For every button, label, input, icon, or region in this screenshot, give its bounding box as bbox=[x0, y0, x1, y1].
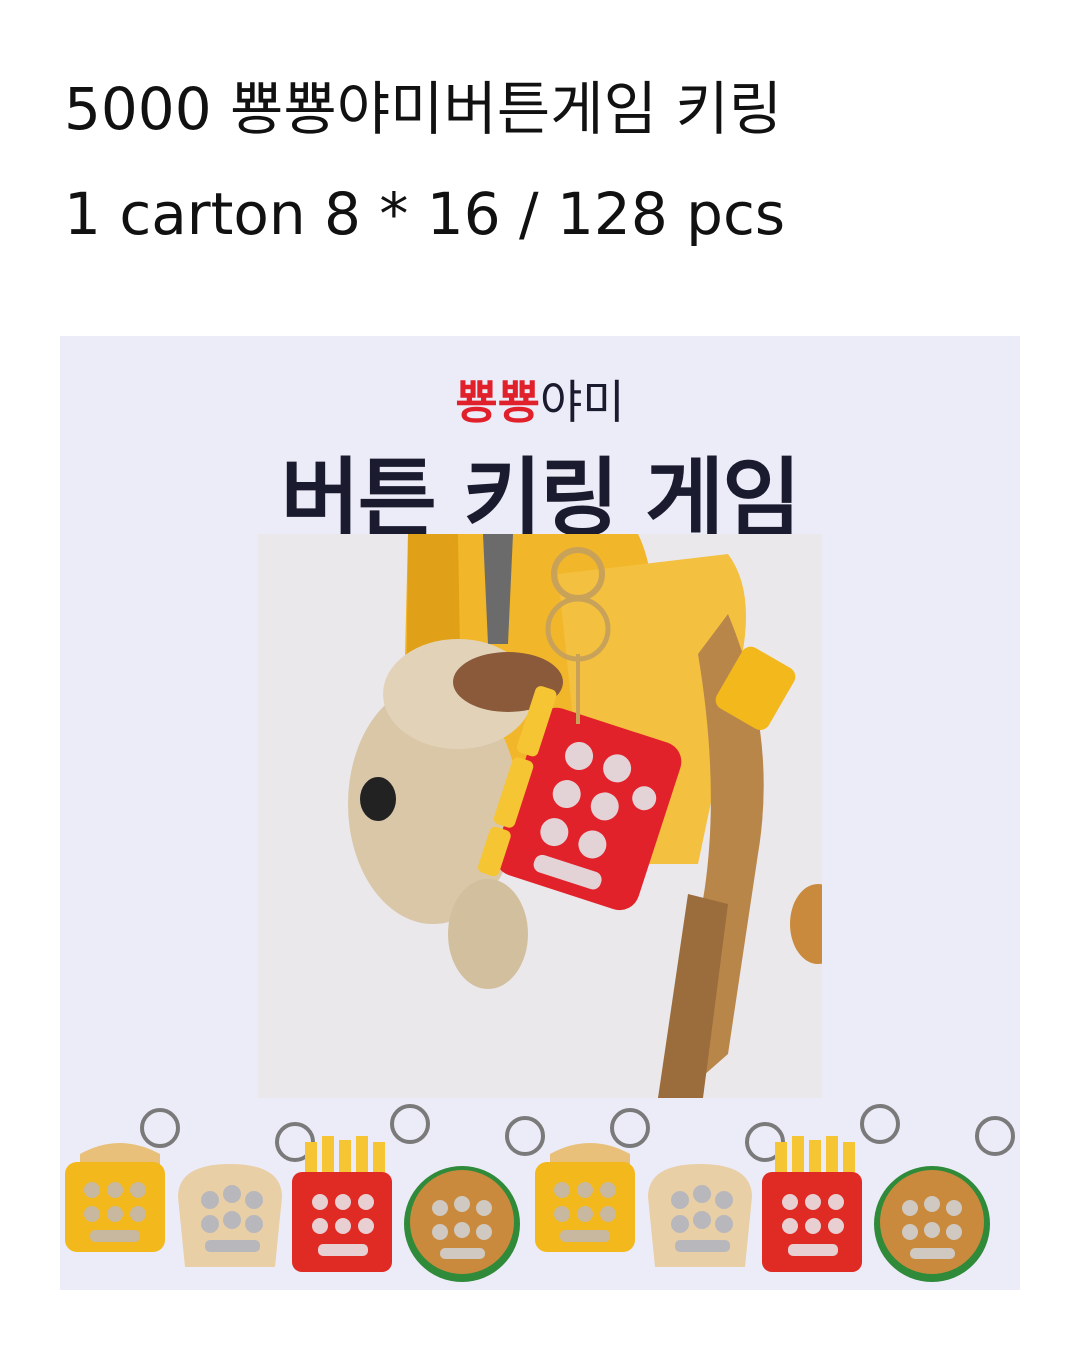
product-banner: 뿅뿅야미 버튼 키링 게임 bbox=[60, 336, 1020, 1290]
product-photo bbox=[258, 534, 822, 1098]
fries-keyring-icon bbox=[292, 1104, 430, 1272]
banner-subtitle: 뿅뿅야미 bbox=[60, 366, 1020, 432]
banner-subtitle-red: 뿅뿅 bbox=[455, 375, 540, 429]
keyring-lineup-illustration bbox=[65, 1104, 1015, 1282]
product-title: 5000 뿅뿅야미버튼게임 키링 bbox=[64, 75, 783, 143]
keyring-lineup bbox=[60, 1102, 1020, 1290]
banner-subtitle-dark: 야미 bbox=[540, 375, 625, 429]
backpack-photo-illustration bbox=[258, 534, 822, 1098]
sandwich-keyring-icon bbox=[65, 1108, 180, 1252]
fries-keyring-icon bbox=[762, 1104, 900, 1272]
burger-keyring-icon bbox=[874, 1116, 1015, 1282]
burger-keyring-icon bbox=[404, 1116, 545, 1282]
packing-info: 1 carton 8 * 16 / 128 pcs bbox=[64, 180, 786, 248]
sandwich-keyring-icon bbox=[535, 1108, 650, 1252]
